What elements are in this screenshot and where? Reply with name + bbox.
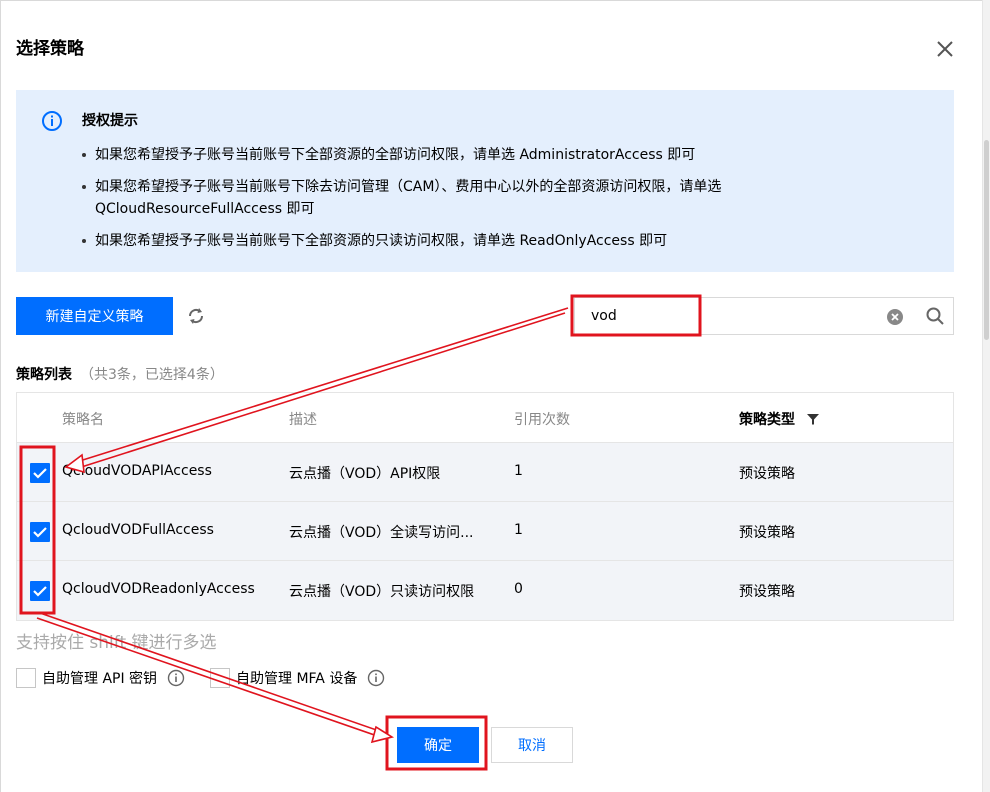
column-header-desc: 描述 xyxy=(289,412,317,428)
policy-refs: 1 xyxy=(514,463,523,479)
column-header-name: 策略名 xyxy=(62,412,104,428)
policy-list-title: 策略列表 xyxy=(16,367,72,383)
policy-desc: 云点播（VOD）只读访问权限 xyxy=(289,584,475,600)
search-icon[interactable] xyxy=(925,306,945,326)
api-key-label: 自助管理 API 密钥 xyxy=(42,671,158,687)
column-header-refs: 引用次数 xyxy=(514,412,570,428)
policy-list-caption: 策略列表 （共3条，已选择4条） xyxy=(16,364,224,384)
notice-title: 授权提示 xyxy=(82,113,138,129)
row-checkbox[interactable] xyxy=(30,581,50,601)
table-header: 策略名 描述 引用次数 策略类型 xyxy=(17,393,953,443)
option-api-key: 自助管理 API 密钥 xyxy=(16,667,185,689)
help-icon[interactable] xyxy=(167,669,185,687)
notice-item: 如果您希望授予子账号当前账号下除去访问管理（CAM）、费用中心以外的全部资源访问… xyxy=(82,176,882,220)
notice-item-text: 如果您希望授予子账号当前账号下除去访问管理（CAM）、费用中心以外的全部资源访问… xyxy=(95,179,722,195)
mfa-label: 自助管理 MFA 设备 xyxy=(236,671,358,687)
policy-type: 预设策略 xyxy=(739,466,795,482)
policy-refs: 1 xyxy=(514,522,523,538)
cancel-button[interactable]: 取消 xyxy=(491,727,573,763)
notice-item: 如果您希望授予子账号当前账号下全部资源的只读访问权限，请单选 ReadOnlyA… xyxy=(82,230,882,252)
row-checkbox[interactable] xyxy=(30,522,50,542)
policy-type: 预设策略 xyxy=(739,525,795,541)
table-row[interactable]: QcloudVODReadonlyAccess 云点播（VOD）只读访问权限 0… xyxy=(17,561,953,620)
info-icon xyxy=(42,111,62,131)
search-input[interactable] xyxy=(591,306,871,326)
search-box xyxy=(574,297,954,335)
policy-desc: 云点播（VOD）API权限 xyxy=(289,466,441,482)
policy-type: 预设策略 xyxy=(739,584,795,600)
notice-item-text-cont: QCloudResourceFullAccess 即可 xyxy=(95,201,315,217)
notice-item: 如果您希望授予子账号当前账号下全部资源的全部访问权限，请单选 Administr… xyxy=(82,144,882,166)
mfa-checkbox[interactable] xyxy=(210,668,230,688)
api-key-checkbox[interactable] xyxy=(16,668,36,688)
notice-item-text: 如果您希望授予子账号当前账号下全部资源的全部访问权限，请单选 Administr… xyxy=(95,147,696,163)
notice-item-text: 如果您希望授予子账号当前账号下全部资源的只读访问权限，请单选 ReadOnlyA… xyxy=(95,233,668,249)
clear-icon[interactable] xyxy=(885,307,905,327)
notice-list: 如果您希望授予子账号当前账号下全部资源的全部访问权限，请单选 Administr… xyxy=(82,144,882,262)
close-icon[interactable] xyxy=(934,38,956,60)
policy-name: QcloudVODReadonlyAccess xyxy=(62,581,255,597)
new-custom-policy-button[interactable]: 新建自定义策略 xyxy=(16,297,173,335)
table-row[interactable]: QcloudVODAPIAccess 云点播（VOD）API权限 1 预设策略 xyxy=(17,443,953,502)
policy-refs: 0 xyxy=(514,581,523,597)
column-header-type: 策略类型 xyxy=(739,412,795,428)
row-checkbox[interactable] xyxy=(30,463,50,483)
table-row[interactable]: QcloudVODFullAccess 云点播（VOD）全读写访问... 1 预… xyxy=(17,502,953,561)
scrollbar[interactable] xyxy=(982,0,990,792)
help-icon[interactable] xyxy=(367,669,385,687)
scrollbar-thumb[interactable] xyxy=(984,140,989,340)
policy-desc: 云点播（VOD）全读写访问... xyxy=(289,525,474,541)
option-mfa: 自助管理 MFA 设备 xyxy=(210,667,385,689)
refresh-icon[interactable] xyxy=(185,305,207,327)
confirm-button[interactable]: 确定 xyxy=(397,727,479,763)
filter-icon[interactable] xyxy=(807,413,819,425)
policy-list-count: （共3条，已选择4条） xyxy=(80,367,224,383)
dialog-title: 选择策略 xyxy=(16,39,84,59)
policy-table: 策略名 描述 引用次数 策略类型 QcloudVODAPIAccess 云点播（… xyxy=(16,392,954,621)
multi-select-hint: 支持按住 shift 键进行多选 xyxy=(16,633,217,653)
authorization-notice: 授权提示 如果您希望授予子账号当前账号下全部资源的全部访问权限，请单选 Admi… xyxy=(16,90,954,272)
policy-name: QcloudVODAPIAccess xyxy=(62,463,212,479)
policy-name: QcloudVODFullAccess xyxy=(62,522,214,538)
